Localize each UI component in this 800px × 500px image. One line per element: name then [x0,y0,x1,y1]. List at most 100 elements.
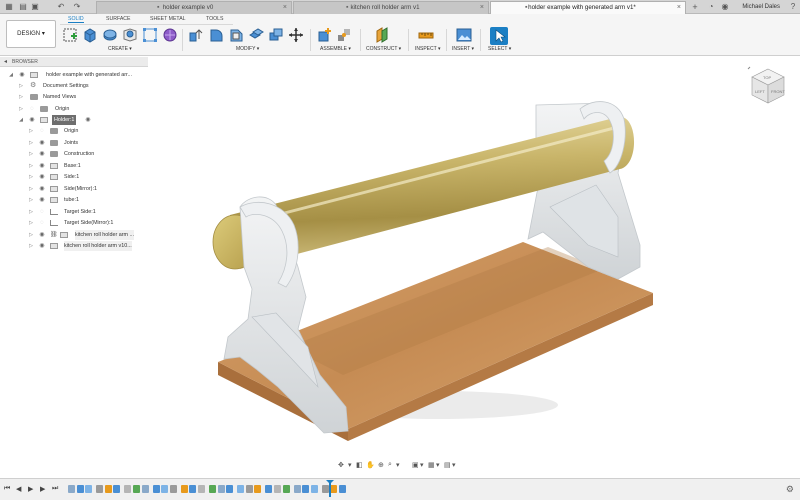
play-icon[interactable]: ▶ [28,485,33,493]
timeline-feature[interactable] [198,485,205,493]
expand-triangle-icon[interactable]: ▷ [28,184,34,194]
display-settings-icon[interactable]: ▣ [412,461,419,469]
visibility-eye-icon[interactable]: ◉ [38,138,46,148]
tree-item-target-side[interactable]: ▷ ◌ Target Side:1 [0,207,148,217]
help-icon[interactable]: ? [788,2,798,12]
shell-icon[interactable] [248,27,264,43]
expand-triangle-icon[interactable]: ▷ [18,92,24,102]
timeline-feature[interactable] [113,485,121,493]
expand-triangle-icon[interactable]: ▷ [28,241,34,251]
step-back-icon[interactable]: ◀ [16,485,21,493]
tree-item-joints[interactable]: ▷ ◉ Joints [0,138,148,148]
expand-triangle-icon[interactable]: ▷ [28,138,34,148]
visibility-eye-icon[interactable]: ◉ [38,241,46,251]
timeline-marker[interactable] [326,480,334,497]
document-tab-active[interactable]: ▪ holder example with generated arm v1* … [490,1,686,14]
create-menu[interactable]: CREATE ▾ [108,46,132,52]
expand-triangle-icon[interactable]: ◢ [18,115,24,125]
timeline-feature[interactable] [68,485,75,493]
pattern-icon[interactable] [142,27,158,43]
chamfer-icon[interactable] [228,27,244,43]
visibility-eye-icon[interactable]: ◉ [38,195,46,205]
visibility-eye-icon[interactable]: ◉ [38,149,46,159]
look-at-icon[interactable]: ◧ [356,461,363,469]
pan-icon[interactable]: ✋ [366,461,375,469]
hole-icon[interactable] [122,27,138,43]
view-cube[interactable]: TOP LEFT FRONT [746,65,790,109]
expand-triangle-icon[interactable]: ▷ [28,149,34,159]
select-tool[interactable] [490,27,508,45]
tab-solid[interactable]: SOLID [68,16,84,23]
extrude-icon[interactable] [82,27,98,43]
notifications-icon[interactable]: ◉ [720,2,730,12]
expand-triangle-icon[interactable]: ▷ [28,172,34,182]
timeline-feature[interactable] [282,485,290,493]
chevron-down-icon[interactable]: ▾ [436,461,440,469]
collapse-panel-icon[interactable]: ◂ [4,57,7,67]
combine-icon[interactable] [268,27,284,43]
view-cube-home-icon[interactable] [747,66,751,70]
timeline-feature[interactable] [265,485,273,493]
orbit-icon[interactable]: ✥ [338,461,344,469]
expand-triangle-icon[interactable]: ▷ [28,161,34,171]
construct-menu[interactable]: CONSTRUCT ▾ [366,46,401,52]
insert-image-icon[interactable] [456,27,472,43]
revolve-icon[interactable] [102,27,118,43]
tree-item-named-views[interactable]: ▷ Named Views [0,92,148,102]
visibility-eye-icon[interactable]: ◉ [28,115,36,125]
press-pull-icon[interactable] [188,27,204,43]
tree-item-target-side-mirror[interactable]: ▷ ◌ Target Side(Mirror):1 [0,218,148,228]
timeline-feature[interactable] [180,485,188,493]
expand-triangle-icon[interactable]: ▷ [18,104,24,114]
viewports-icon[interactable]: ▤ [444,461,451,469]
timeline-feature[interactable] [161,485,169,493]
grid-settings-icon[interactable]: ▦ [428,461,435,469]
visibility-eye-icon[interactable]: ◉ [38,184,46,194]
document-tab[interactable]: ▪ kitchen roll holder arm v1 × [293,1,489,14]
select-menu[interactable]: SELECT ▾ [488,46,511,52]
timeline-feature[interactable] [330,485,338,493]
tab-tools[interactable]: TOOLS [206,16,224,22]
go-to-end-icon[interactable]: ⏭ [52,485,58,493]
grid-menu-icon[interactable]: ▦ [4,2,14,12]
timeline-feature[interactable] [76,485,84,493]
expand-triangle-icon[interactable]: ◢ [8,70,14,80]
insert-menu[interactable]: INSERT ▾ [452,46,474,52]
user-name[interactable]: Michael Dales [742,1,780,13]
timeline-feature[interactable] [189,485,197,493]
expand-triangle-icon[interactable]: ▷ [28,230,34,240]
form-icon[interactable] [162,27,178,43]
timeline-feature[interactable] [302,485,310,493]
close-icon[interactable]: × [480,2,484,14]
timeline-feature[interactable] [85,485,93,493]
tree-item-holder[interactable]: ◢ ◉ Holder:1 ◉ [0,115,148,125]
expand-triangle-icon[interactable]: ▷ [18,81,24,91]
timeline-feature[interactable] [237,485,245,493]
save-icon[interactable]: ▣ [30,2,40,12]
visibility-eye-icon[interactable]: ◌ [28,104,36,114]
assemble-menu[interactable]: ASSEMBLE ▾ [320,46,351,52]
gear-icon[interactable]: ⚙ [786,484,794,495]
expand-triangle-icon[interactable]: ▷ [28,218,34,228]
modify-menu[interactable]: MODIFY ▾ [236,46,259,52]
expand-triangle-icon[interactable]: ▷ [28,207,34,217]
expand-triangle-icon[interactable]: ▷ [28,195,34,205]
tree-item-tube[interactable]: ▷ ◉ tube:1 [0,195,148,205]
visibility-eye-icon[interactable]: ◉ [18,70,26,80]
timeline-feature[interactable] [217,485,225,493]
3d-viewport[interactable]: TOP LEFT FRONT [148,57,800,461]
chevron-down-icon[interactable]: ▾ [452,461,456,469]
timeline-feature[interactable] [133,485,140,493]
tab-surface[interactable]: SURFACE [106,16,131,22]
tree-item-side[interactable]: ▷ ◉ Side:1 [0,172,148,182]
tree-item-construction[interactable]: ▷ ◉ Construction [0,149,148,159]
create-sketch-icon[interactable] [62,27,78,43]
workspace-switcher-button[interactable]: DESIGN ▾ [6,20,56,48]
timeline-feature[interactable] [104,485,112,493]
chevron-down-icon[interactable]: ▾ [396,461,400,469]
tree-item-arm-v10[interactable]: ▷ ◉ kitchen roll holder arm v10... [0,241,148,251]
timeline-feature[interactable] [254,485,262,493]
inspect-menu[interactable]: INSPECT ▾ [415,46,441,52]
go-to-start-icon[interactable]: ⏮ [4,485,10,493]
visibility-eye-icon[interactable]: ◉ [38,161,46,171]
